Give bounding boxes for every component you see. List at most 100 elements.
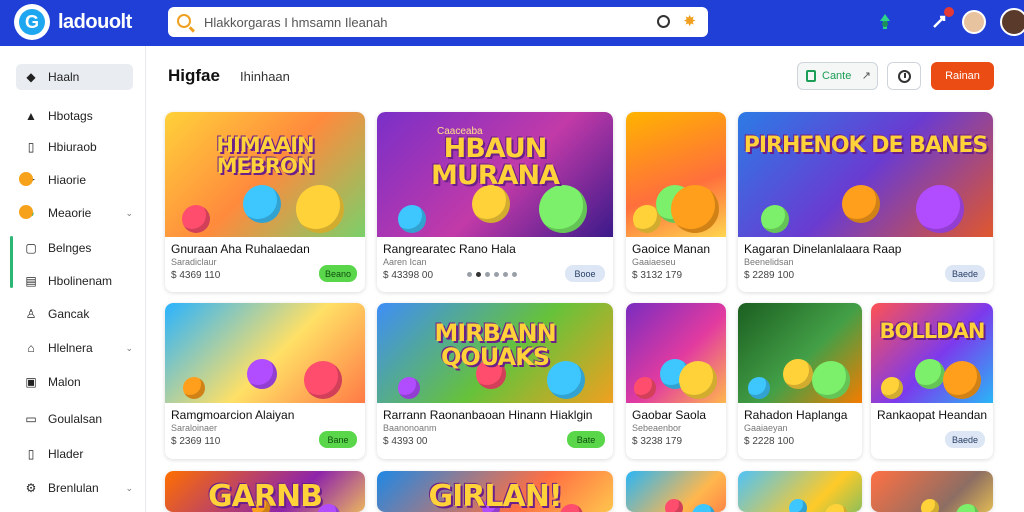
sidebar-item[interactable]: ▭ Goulalsan: [16, 406, 133, 432]
game-thumbnail[interactable]: HIMAAIN MEBRON: [165, 112, 365, 237]
game-thumbnail[interactable]: PIRHENOK DE BANES: [738, 112, 993, 237]
game-thumbnail[interactable]: [165, 303, 365, 403]
game-publisher: Saraloinaer: [171, 423, 218, 433]
carousel-dots[interactable]: [467, 272, 517, 277]
game-card[interactable]: GARNB: [165, 471, 365, 512]
game-title[interactable]: Rankaopat Heandan: [877, 408, 987, 422]
gamepad-icon: ◆: [26, 70, 36, 84]
game-title[interactable]: Rahadon Haplanga: [744, 408, 847, 422]
voice-search-icon[interactable]: [657, 15, 670, 28]
game-card[interactable]: [738, 471, 862, 512]
game-button[interactable]: Cante ↗: [797, 62, 878, 90]
carousel-dot[interactable]: [512, 272, 517, 277]
game-card[interactable]: [871, 471, 993, 512]
carousel-dot[interactable]: [476, 272, 481, 277]
game-thumbnail[interactable]: BOLLDAN: [871, 303, 993, 403]
game-title[interactable]: Gnuraan Aha Ruhalaedan: [171, 242, 310, 256]
play-button[interactable]: Baede: [945, 265, 985, 282]
app-name[interactable]: ladouolt: [58, 11, 132, 34]
sidebar-item[interactable]: ●Meaorie⌄: [16, 200, 133, 226]
filter-icon[interactable]: ✸: [683, 12, 696, 30]
sidebar-item[interactable]: ▯ Hbiuraob: [16, 134, 133, 160]
play-button[interactable]: Bate: [567, 431, 605, 448]
game-publisher: Saradiclaur: [171, 257, 217, 267]
game-card[interactable]: GIRLAN!: [377, 471, 613, 512]
store-icon[interactable]: [872, 9, 898, 35]
clock-icon: [897, 69, 911, 83]
sidebar-item[interactable]: ▣ Malon: [16, 369, 133, 395]
play-button[interactable]: Beano: [319, 265, 357, 282]
person-icon: ♙: [25, 307, 37, 321]
sidebar-item-label: Hlader: [48, 447, 84, 461]
notifications-icon[interactable]: [926, 7, 954, 35]
sidebar-item-label: Belnges: [48, 241, 92, 255]
game-title[interactable]: Rarrann Raonanbaoan Hinann Hiaklgin: [383, 408, 592, 422]
sidebar-item[interactable]: ♙ Gancak: [16, 301, 133, 327]
play-button[interactable]: Bane: [319, 431, 357, 448]
sidebar-item[interactable]: ⌂ Hlelnera ⌄: [16, 335, 133, 361]
sidebar-item-label: Goulalsan: [48, 412, 103, 426]
sidebar-item[interactable]: ▢ Belnges: [16, 235, 133, 261]
history-button[interactable]: [887, 62, 921, 90]
user-avatar[interactable]: [1000, 8, 1024, 36]
sidebar-item[interactable]: ⚙ Brenlulan ⌄: [16, 475, 133, 501]
sidebar-item[interactable]: ✦Hiaorie: [16, 167, 133, 193]
chevron-down-icon[interactable]: ⌄: [125, 208, 133, 219]
search-input[interactable]: [204, 12, 624, 32]
game-card[interactable]: HIMAAIN MEBRON Gnuraan Aha Ruhalaedan Sara…: [165, 112, 365, 292]
game-thumbnail[interactable]: HBAUN MURANA Caaceaba: [377, 112, 613, 237]
game-thumbnail[interactable]: GARNB: [165, 471, 365, 512]
game-card[interactable]: Ramgmoarcion Alaiyan Saraloinaer $ 2369 11…: [165, 303, 365, 459]
chevron-down-icon[interactable]: ⌄: [125, 483, 133, 494]
carousel-dot[interactable]: [494, 272, 499, 277]
coin-icon: [19, 172, 33, 186]
game-title[interactable]: Gaoice Manan: [632, 242, 710, 256]
game-card[interactable]: HBAUN MURANA Caaceaba Rangrearatec Rano Ha…: [377, 112, 613, 292]
sidebar-item[interactable]: ▯ Hlader: [16, 441, 133, 467]
game-card[interactable]: MIRBANN QOUAKS Rarrann Raonanbaoan Hinann…: [377, 303, 613, 459]
game-thumbnail[interactable]: [626, 112, 726, 237]
friends-avatar[interactable]: [962, 10, 986, 34]
game-thumbnail[interactable]: [626, 471, 726, 512]
game-thumbnail[interactable]: GIRLAN!: [377, 471, 613, 512]
game-price: $ 4393 00: [383, 436, 428, 447]
page-title: Higfae: [168, 66, 220, 85]
play-button[interactable]: Baede: [945, 431, 985, 448]
chevron-down-icon[interactable]: ⌄: [125, 343, 133, 354]
game-publisher: Aaren Ican: [383, 257, 427, 267]
grid-icon: ▢: [25, 241, 37, 255]
character-art: [915, 359, 945, 389]
carousel-dot[interactable]: [485, 272, 490, 277]
search-bar[interactable]: ✸: [168, 7, 708, 37]
primary-action-button[interactable]: Rainan: [931, 62, 994, 90]
character-art: [398, 205, 426, 233]
game-card[interactable]: Gaoice Manan Gaaiaeseu $ 3132 179: [626, 112, 726, 292]
game-card[interactable]: Rahadon Haplanga Gaaiaeyan $ 2228 100: [738, 303, 862, 459]
game-title[interactable]: Kagaran Dinelanlalaara Raap: [744, 242, 901, 256]
app-logo[interactable]: G: [14, 4, 50, 40]
page-subtitle[interactable]: Ihinhaan: [240, 69, 290, 84]
sidebar-item[interactable]: ▲ Hbotags: [16, 103, 133, 129]
game-card[interactable]: BOLLDAN Rankaopat Heandan Baede: [871, 303, 993, 459]
game-title[interactable]: Ramgmoarcion Alaiyan: [171, 408, 294, 422]
character-art: [748, 377, 770, 399]
sidebar-item-label: Gancak: [48, 307, 90, 321]
game-thumbnail[interactable]: [871, 471, 993, 512]
game-thumbnail[interactable]: [738, 303, 862, 403]
sidebar-item[interactable]: ▤ Hbolinenam: [16, 268, 133, 294]
sidebar-item[interactable]: ◆ Haaln: [16, 64, 133, 90]
play-button[interactable]: Booe: [565, 265, 605, 282]
game-title[interactable]: Rangrearatec Rano Hala: [383, 242, 516, 256]
game-thumbnail[interactable]: MIRBANN QOUAKS: [377, 303, 613, 403]
game-card[interactable]: [626, 471, 726, 512]
carousel-dot[interactable]: [467, 272, 472, 277]
game-thumbnail[interactable]: [738, 471, 862, 512]
game-card[interactable]: Gaobar Saola Sebeaenbor $ 3238 179: [626, 303, 726, 459]
game-thumbnail[interactable]: [626, 303, 726, 403]
bookmark-icon: ▯: [27, 140, 35, 154]
game-price: $ 43398 00: [383, 270, 434, 281]
game-card[interactable]: PIRHENOK DE BANES Kagaran Dinelanlalaara …: [738, 112, 993, 292]
game-title[interactable]: Gaobar Saola: [632, 408, 706, 422]
character-art: [182, 205, 210, 233]
carousel-dot[interactable]: [503, 272, 508, 277]
